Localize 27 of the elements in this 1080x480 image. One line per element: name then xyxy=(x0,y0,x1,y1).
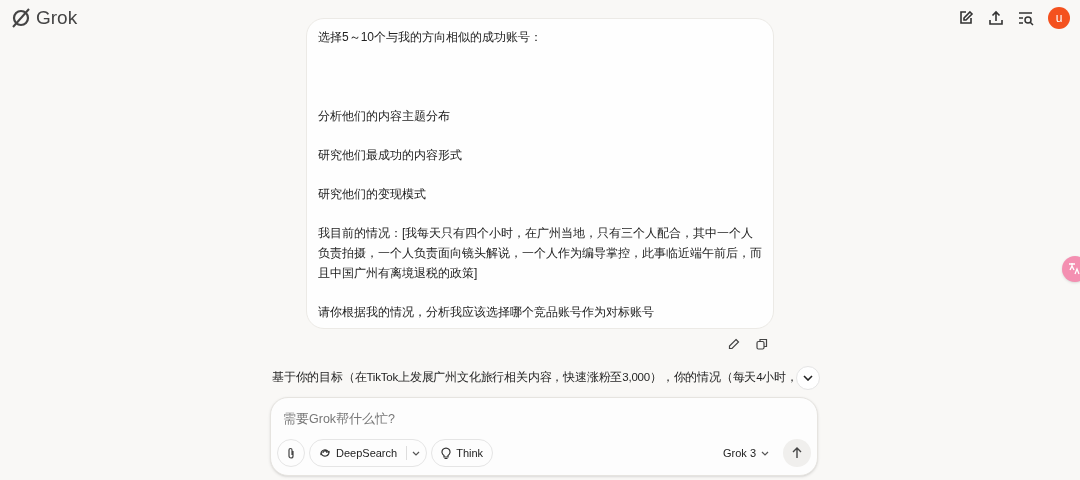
pencil-icon[interactable] xyxy=(728,338,740,350)
send-button[interactable] xyxy=(783,439,811,467)
message-paragraph: 选择5～10个与我的方向相似的成功账号： xyxy=(318,29,544,46)
message-paragraph: 研究他们最成功的内容形式 xyxy=(318,147,463,164)
chevron-down-icon xyxy=(761,450,769,456)
response-text: 基于你的目标（在TikTok上发展广州文化旅行相关内容，快速涨粉至3,000），你的情况（每天4小时， xyxy=(272,370,798,385)
logo-icon xyxy=(10,7,32,29)
scroll-down-button[interactable] xyxy=(796,366,820,390)
chevron-down-icon[interactable] xyxy=(412,450,421,456)
edit-icon[interactable] xyxy=(958,10,974,26)
message-composer[interactable]: 需要Grok帮什么忙? DeepSearch Think Grok 3 xyxy=(270,397,818,476)
translate-icon xyxy=(1068,262,1080,276)
arrow-up-icon xyxy=(792,447,802,459)
logo-text: Grok xyxy=(36,5,78,30)
chevron-down-icon xyxy=(803,375,813,381)
search-history-icon[interactable] xyxy=(1018,10,1034,26)
message-paragraph: 研究他们的变现模式 xyxy=(318,186,427,203)
message-paragraph: 我目前的情况：[我每天只有四个小时，在广州当地，只有三个人配合，其中一个人负责拍摄，一个人负责面向镜头解说，一个人作为编导掌控，此事临近端午前后，而且中国广州有离境退税的政策] xyxy=(318,225,762,282)
message-input[interactable]: 需要Grok帮什么忙? xyxy=(277,408,811,430)
message-paragraph: 请你根据我的情况，分析我应该选择哪个竞品账号作为对标账号 xyxy=(318,304,655,321)
message-paragraph: 分析他们的内容主题分布 xyxy=(318,108,451,125)
deepsearch-label: DeepSearch xyxy=(336,445,398,461)
lightbulb-icon xyxy=(441,447,452,459)
paperclip-icon xyxy=(286,446,296,460)
model-selector[interactable]: Grok 3 xyxy=(723,444,769,462)
copy-icon[interactable] xyxy=(756,338,768,350)
upload-icon[interactable] xyxy=(988,10,1004,26)
